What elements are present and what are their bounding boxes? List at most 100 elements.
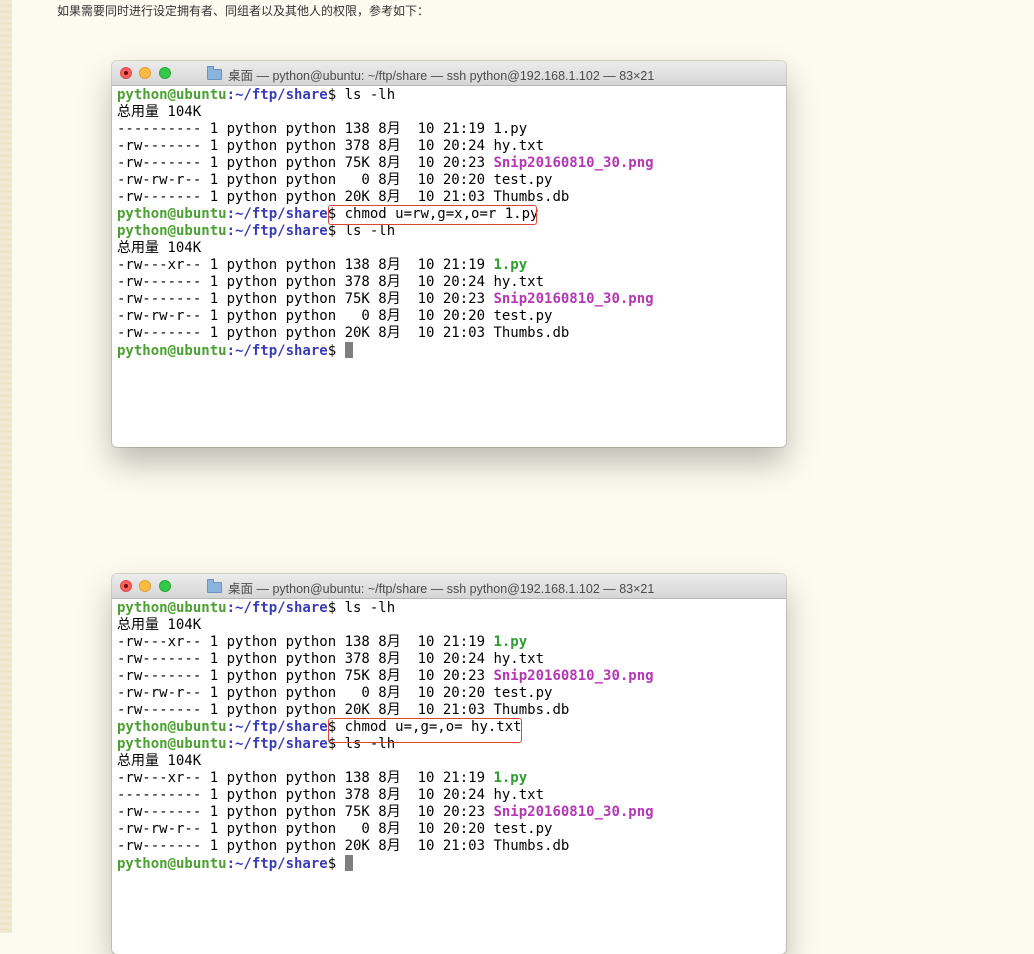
prompt-user-host: python@ubuntu [117,856,227,872]
file-name: hy.txt [493,138,545,154]
file-listing-row: -rw---xr-- 1 python python 138 8月 10 21:… [117,770,654,787]
prompt-path: :~/ftp/share [226,223,328,239]
output-text: 总用量 104K [117,617,202,633]
file-listing-row: -rw------- 1 python python 378 8月 10 20:… [117,274,654,291]
file-attributes: ---------- 1 python python 378 8月 10 20:… [117,787,494,803]
prompt-user-host: python@ubuntu [117,206,227,222]
prompt-line: python@ubuntu:~/ftp/share$ [117,342,654,359]
file-listing-row: -rw---xr-- 1 python python 138 8月 10 21:… [117,634,654,651]
file-attributes: -rw------- 1 python python 75K 8月 10 20:… [117,155,494,171]
file-listing-row: -rw------- 1 python python 20K 8月 10 21:… [117,838,654,855]
file-listing-row: -rw-rw-r-- 1 python python 0 8月 10 20:20… [117,821,654,838]
file-attributes: -rw------- 1 python python 378 8月 10 20:… [117,138,494,154]
file-listing-row: -rw------- 1 python python 20K 8月 10 21:… [117,702,654,719]
file-name: test.py [493,308,553,324]
total-size-line: 总用量 104K [117,753,654,770]
file-listing-row: -rw------- 1 python python 75K 8月 10 20:… [117,668,654,685]
prompt-symbol: $ [327,87,345,103]
text-cursor [344,855,353,871]
prompt-line: python@ubuntu:~/ftp/share$ ls -lh [117,87,654,104]
terminal-window-1[interactable]: 桌面 — python@ubuntu: ~/ftp/share — ssh py… [112,61,786,447]
file-attributes: -rw-rw-r-- 1 python python 0 8月 10 20:20 [117,685,494,701]
prompt-symbol: $ [327,223,345,239]
file-listing-row: -rw------- 1 python python 75K 8月 10 20:… [117,291,654,308]
file-name: Snip20160810_30.png [493,804,654,820]
file-attributes: -rw------- 1 python python 20K 8月 10 21:… [117,702,494,718]
folder-icon [207,66,222,80]
prompt-path: :~/ftp/share [226,856,328,872]
total-size-line: 总用量 104K [117,617,654,634]
output-text: 总用量 104K [117,753,202,769]
close-window-button[interactable] [120,67,132,79]
intro-text: 如果需要同时进行设定拥有者、同组者以及其他人的权限，参考如下： [57,4,430,18]
file-listing-row: -rw------- 1 python python 20K 8月 10 21:… [117,189,654,206]
maximize-window-button[interactable] [159,580,171,592]
window-title: 桌面 — python@ubuntu: ~/ftp/share — ssh py… [207,65,654,84]
total-size-line: 总用量 104K [117,240,654,257]
file-name: Snip20160810_30.png [493,155,654,171]
prompt-user-host: python@ubuntu [117,87,227,103]
file-name: 1.py [493,121,528,137]
file-attributes: -rw------- 1 python python 20K 8月 10 21:… [117,838,494,854]
file-listing-row: -rw-rw-r-- 1 python python 0 8月 10 20:20… [117,172,654,189]
prompt-line: python@ubuntu:~/ftp/share$ ls -lh [117,600,654,617]
file-name: test.py [493,685,553,701]
command-text: ls -lh [344,223,396,239]
file-attributes: -rw------- 1 python python 75K 8月 10 20:… [117,291,494,307]
file-name: 1.py [493,634,528,650]
prompt-path: :~/ftp/share [226,600,328,616]
terminal-window-2[interactable]: 桌面 — python@ubuntu: ~/ftp/share — ssh py… [112,574,786,954]
maximize-window-button[interactable] [159,67,171,79]
prompt-path: :~/ftp/share [226,736,328,752]
file-name: hy.txt [493,787,545,803]
file-name: Thumbs.db [493,838,570,854]
file-attributes: -rw------- 1 python python 378 8月 10 20:… [117,274,494,290]
file-attributes: -rw------- 1 python python 20K 8月 10 21:… [117,325,494,341]
prompt-path: :~/ftp/share [226,343,328,359]
total-size-line: 总用量 104K [117,104,654,121]
prompt-line: python@ubuntu:~/ftp/share$ [117,855,654,872]
file-name: 1.py [493,770,528,786]
window-title-text: 桌面 — python@ubuntu: ~/ftp/share — ssh py… [228,69,655,83]
close-window-button[interactable] [120,580,132,592]
prompt-path: :~/ftp/share [226,719,328,735]
output-text: 总用量 104K [117,240,202,256]
prompt-user-host: python@ubuntu [117,343,227,359]
file-name: Thumbs.db [493,702,570,718]
file-attributes: -rw---xr-- 1 python python 138 8月 10 21:… [117,634,494,650]
file-listing-row: -rw-rw-r-- 1 python python 0 8月 10 20:20… [117,308,654,325]
file-name: test.py [493,172,553,188]
minimize-window-button[interactable] [139,580,151,592]
file-attributes: -rw------- 1 python python 75K 8月 10 20:… [117,668,494,684]
file-listing-row: -rw------- 1 python python 75K 8月 10 20:… [117,804,654,821]
output-text: 总用量 104K [117,104,202,120]
file-listing-row: -rw------- 1 python python 378 8月 10 20:… [117,138,654,155]
file-name: test.py [493,821,553,837]
prompt-line: python@ubuntu:~/ftp/share$ ls -lh [117,223,654,240]
file-attributes: ---------- 1 python python 138 8月 10 21:… [117,121,494,137]
file-attributes: -rw------- 1 python python 378 8月 10 20:… [117,651,494,667]
file-listing-row: ---------- 1 python python 378 8月 10 20:… [117,787,654,804]
minimize-window-button[interactable] [139,67,151,79]
file-attributes: -rw-rw-r-- 1 python python 0 8月 10 20:20 [117,172,494,188]
file-listing-row: ---------- 1 python python 138 8月 10 21:… [117,121,654,138]
file-name: Snip20160810_30.png [493,668,654,684]
prompt-user-host: python@ubuntu [117,223,227,239]
file-attributes: -rw-rw-r-- 1 python python 0 8月 10 20:20 [117,308,494,324]
window-title-text: 桌面 — python@ubuntu: ~/ftp/share — ssh py… [228,582,655,596]
file-listing-row: -rw---xr-- 1 python python 138 8月 10 21:… [117,257,654,274]
file-listing-row: -rw------- 1 python python 378 8月 10 20:… [117,651,654,668]
file-attributes: -rw-rw-r-- 1 python python 0 8月 10 20:20 [117,821,494,837]
window-titlebar[interactable]: 桌面 — python@ubuntu: ~/ftp/share — ssh py… [112,574,786,599]
prompt-symbol: $ [327,343,345,359]
window-titlebar[interactable]: 桌面 — python@ubuntu: ~/ftp/share — ssh py… [112,61,786,86]
command-highlight-box [328,718,522,743]
command-text: ls -lh [344,87,396,103]
window-title: 桌面 — python@ubuntu: ~/ftp/share — ssh py… [207,578,654,597]
prompt-symbol: $ [327,600,345,616]
command-text: ls -lh [344,600,396,616]
file-name: hy.txt [493,274,545,290]
file-attributes: -rw------- 1 python python 75K 8月 10 20:… [117,804,494,820]
file-name: hy.txt [493,651,545,667]
file-listing-row: -rw------- 1 python python 20K 8月 10 21:… [117,325,654,342]
